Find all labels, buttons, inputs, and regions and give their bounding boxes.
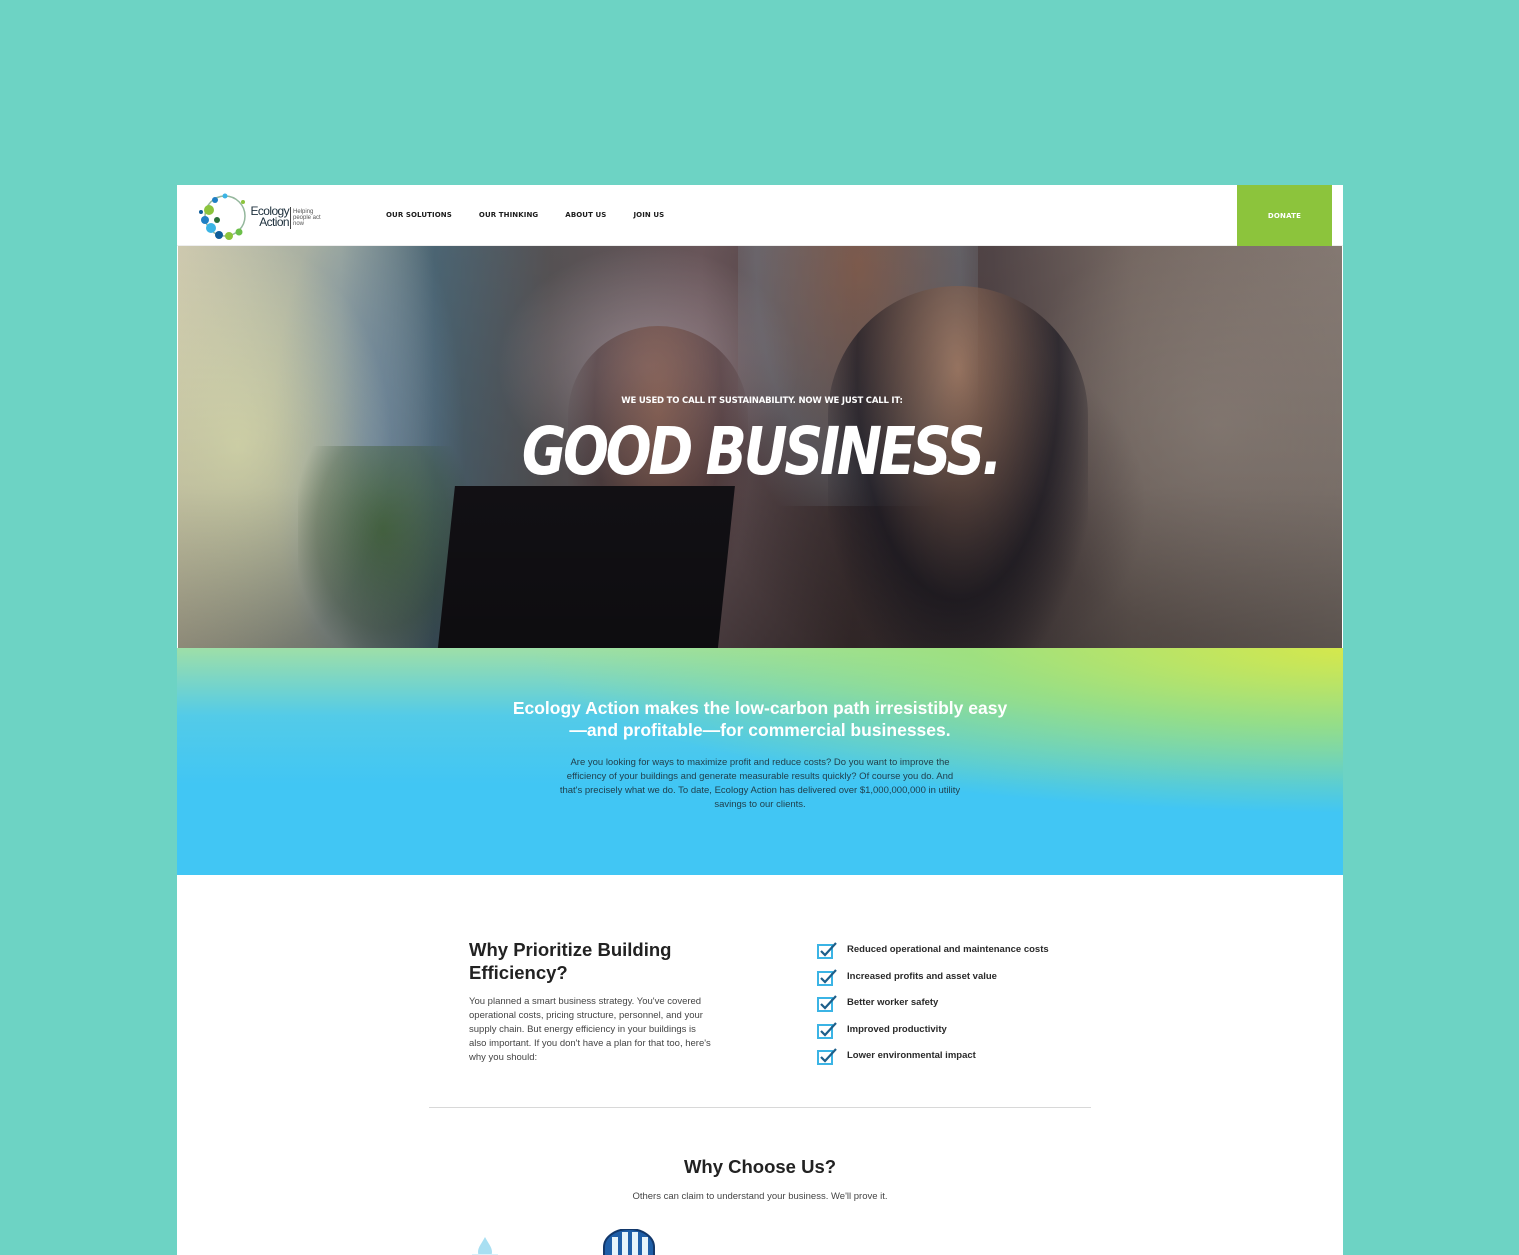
list-item: Increased profits and asset value — [817, 968, 1117, 996]
why-choose-subtitle: Others can claim to understand your busi… — [632, 1191, 888, 1202]
building-icon — [603, 1229, 655, 1255]
hero-eyebrow: WE USED TO CALL IT SUSTAINABILITY. NOW W… — [621, 396, 903, 406]
intro-section: Ecology Action makes the low-carbon path… — [177, 648, 1343, 875]
checkbox-check-icon — [817, 995, 837, 1013]
why-prioritize-body: You planned a smart business strategy. Y… — [469, 996, 711, 1063]
hero-title: GOOD BUSINESS. — [521, 413, 1003, 490]
intro-body: Are you looking for ways to maximize pro… — [559, 757, 961, 810]
why-prioritize-title: Why Prioritize Building Efficiency? — [469, 939, 672, 983]
logo-wordmark: Ecology Action — [250, 204, 290, 229]
nav-join-us[interactable]: JOIN US — [633, 211, 664, 223]
section-divider — [429, 1107, 1091, 1108]
benefit-label: Improved productivity — [847, 1023, 947, 1035]
ecology-action-logo[interactable]: Ecology Action Helping people act now — [195, 190, 321, 242]
intro-title: Ecology Action makes the low-carbon path… — [512, 698, 1008, 740]
water-drop-icon — [472, 1237, 498, 1255]
benefit-label: Lower environmental impact — [847, 1050, 976, 1062]
nav-our-solutions[interactable]: OUR SOLUTIONS — [386, 211, 452, 223]
nav-about-us[interactable]: ABOUT US — [565, 211, 606, 223]
web-page: Ecology Action Helping people act now OU… — [177, 185, 1343, 1255]
why-choose-title: Why Choose Us? — [683, 1156, 837, 1177]
checkbox-check-icon — [817, 1022, 837, 1039]
list-item: Reduced operational and maintenance cost… — [817, 942, 1117, 969]
checkbox-check-icon — [817, 942, 837, 959]
hero-banner: WE USED TO CALL IT SUSTAINABILITY. NOW W… — [178, 246, 1342, 648]
nav-our-thinking[interactable]: OUR THINKING — [479, 211, 538, 223]
donate-button[interactable]: DONATE — [1237, 185, 1332, 246]
benefit-label: Better worker safety — [847, 997, 939, 1009]
logo-tagline: Helping people act now — [293, 209, 321, 227]
list-item: Better worker safety — [817, 995, 1117, 1022]
list-item: Improved productivity — [817, 1022, 1117, 1049]
benefit-label: Reduced operational and maintenance cost… — [847, 944, 1049, 955]
site-header: Ecology Action Helping people act now OU… — [177, 185, 1343, 246]
main-nav: OUR SOLUTIONS OUR THINKING ABOUT US JOIN… — [386, 211, 691, 223]
checkbox-check-icon — [817, 968, 837, 986]
benefits-list: Reduced operational and maintenance cost… — [817, 942, 1117, 1075]
list-item: Lower environmental impact — [817, 1048, 1117, 1075]
logo-divider — [290, 207, 291, 229]
checkbox-check-icon — [817, 1048, 837, 1066]
benefit-label: Increased profits and asset value — [847, 970, 997, 982]
